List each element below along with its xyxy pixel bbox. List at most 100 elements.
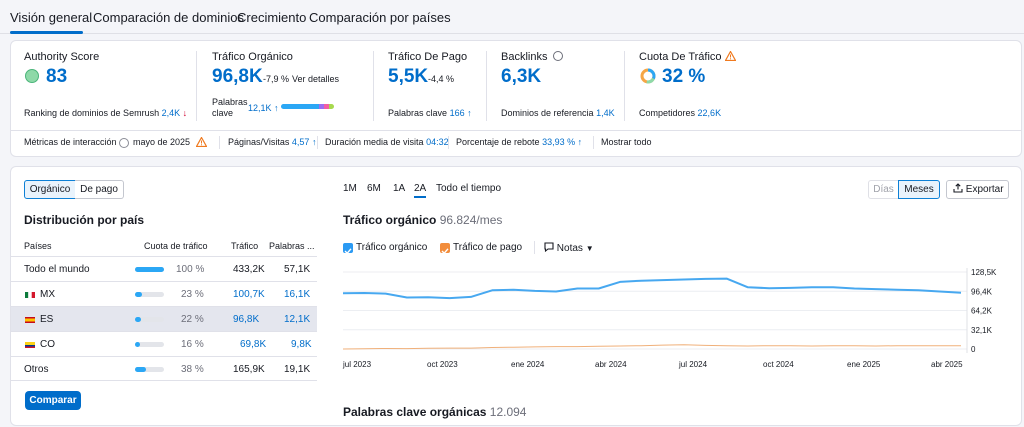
engagement-date: mayo de 2025: [133, 137, 191, 147]
up-arrow-icon: ↑: [577, 137, 583, 147]
share-bar: [135, 367, 164, 372]
warning-icon[interactable]: [196, 137, 207, 147]
paid-checkbox[interactable]: [440, 243, 450, 255]
share-title: Cuota De Tráfico: [639, 50, 737, 63]
export-icon: [953, 183, 963, 193]
tab-domain-comparison[interactable]: Comparación de dominios: [93, 10, 244, 25]
country-name: ES: [40, 314, 54, 325]
authority-title: Authority Score: [24, 51, 100, 63]
keywords-value: 19,1K: [284, 364, 311, 375]
table-row[interactable]: ES 22 % 96,8K 12,1K: [11, 306, 317, 331]
country-name: Otros: [24, 364, 49, 375]
divider: [534, 241, 535, 254]
show-all-link[interactable]: Mostrar todo: [601, 137, 652, 147]
backlinks-ref-row: Dominios de referencia 1,4K: [501, 108, 615, 118]
traffic-value[interactable]: 96,8K: [233, 314, 259, 325]
up-arrow-icon: ↑: [311, 137, 317, 147]
backlinks-title-text: Backlinks: [501, 51, 548, 63]
paid-kw-value[interactable]: 166: [450, 108, 465, 118]
backlinks-title: Backlinks: [501, 51, 563, 63]
divider: [624, 51, 625, 121]
table-row[interactable]: CO 16 % 69,8K 9,8K: [11, 331, 317, 356]
chart-title: Tráfico orgánico 96.824/mes: [343, 213, 502, 227]
warning-icon[interactable]: [724, 50, 737, 62]
ref-domains-label: Dominios de referencia: [501, 108, 594, 118]
country-name: Todo el mundo: [24, 264, 90, 275]
authority-score-block: Authority Score: [24, 51, 99, 63]
notes-label: Notas: [556, 243, 583, 254]
keywords-value: 57,1K: [284, 264, 311, 275]
export-label: Exportar: [965, 184, 1004, 195]
y-tick-label: 64,2K: [971, 307, 993, 316]
organic-toggle[interactable]: Orgánico: [24, 180, 76, 199]
period-2y[interactable]: 2A: [414, 183, 427, 198]
share-bar-fill: [135, 342, 140, 347]
table-row[interactable]: MX 23 % 100,7K 16,1K: [11, 281, 317, 306]
x-tick-label: abr 2025: [931, 360, 963, 369]
share-value: 100 %: [176, 264, 205, 275]
period-1y[interactable]: 1A: [393, 183, 405, 194]
kw-label-line1: Palabras: [212, 97, 248, 107]
y-tick-label: 96,4K: [971, 287, 993, 296]
col-keywords[interactable]: Palabras ...: [269, 241, 315, 251]
paid-title: Tráfico De Pago: [388, 51, 468, 63]
table-row[interactable]: Otros 38 % 165,9K 19,1K: [11, 356, 317, 381]
traffic-value[interactable]: 69,8K: [240, 339, 266, 350]
traffic-value[interactable]: 100,7K: [233, 289, 265, 300]
period-all-time[interactable]: Todo el tiempo: [436, 183, 501, 194]
x-tick-label: jul 2024: [678, 360, 708, 369]
divider: [593, 136, 594, 149]
view-details-link[interactable]: Ver detalles: [292, 74, 339, 84]
organic-value[interactable]: 96,8K: [212, 66, 263, 88]
paid-traffic-line: [342, 344, 961, 350]
organic-checkbox[interactable]: [343, 243, 353, 255]
x-tick-label: oct 2023: [427, 360, 458, 369]
col-countries[interactable]: Países: [24, 241, 52, 251]
backlinks-value[interactable]: 6,3K: [501, 66, 541, 88]
col-traffic[interactable]: Tráfico: [231, 241, 258, 251]
pages-visit-value: 4,57: [291, 137, 310, 147]
up-arrow-icon: ↑: [274, 103, 279, 113]
share-bar-fill: [135, 292, 142, 297]
check-icon: [344, 248, 352, 255]
bounce-row: Porcentaje de rebote 33,93 % ↑: [456, 137, 582, 147]
organic-kw-value[interactable]: 12,1K: [248, 103, 272, 113]
competitors-value[interactable]: 22,6K: [698, 108, 722, 118]
divider: [486, 51, 487, 121]
period-6m[interactable]: 6M: [367, 183, 381, 194]
keywords-value[interactable]: 16,1K: [284, 289, 310, 300]
bounce-label: Porcentaje de rebote: [456, 137, 540, 147]
competitors-label: Competidores: [639, 108, 696, 118]
tab-growth[interactable]: Crecimiento: [237, 10, 306, 25]
share-title-text: Cuota De Tráfico: [639, 51, 722, 63]
organic-kw-label: Palabras clave: [212, 97, 248, 119]
compare-button[interactable]: Comparar: [25, 391, 81, 410]
table-row[interactable]: Todo el mundo 100 % 433,2K 57,1K: [11, 256, 317, 281]
ref-domains-value[interactable]: 1,4K: [596, 108, 615, 118]
tab-country-comparison[interactable]: Comparación por países: [309, 10, 451, 25]
check-icon: [441, 248, 449, 255]
share-donut-icon: [640, 68, 656, 84]
tab-overview[interactable]: Visión general: [10, 10, 92, 25]
col-traffic-share[interactable]: Cuota de tráfico: [144, 241, 208, 251]
paid-value[interactable]: 5,5K: [388, 66, 428, 88]
period-1m[interactable]: 1M: [343, 183, 357, 194]
y-tick-label: 32,1K: [971, 326, 993, 335]
share-bar: [135, 342, 164, 347]
share-bar-fill: [135, 267, 164, 272]
notes-dropdown[interactable]: Notas ▼: [544, 242, 594, 254]
metrics-card: Authority Score 83 Ranking de dominios d…: [10, 40, 1022, 157]
keywords-value[interactable]: 12,1K: [284, 314, 310, 325]
days-toggle[interactable]: Días: [868, 180, 899, 199]
keywords-value[interactable]: 9,8K: [291, 339, 312, 350]
authority-rank-value[interactable]: 2,4K: [162, 108, 181, 118]
paid-change: -4,4 %: [428, 74, 455, 84]
ai-face-icon[interactable]: [552, 51, 563, 61]
x-tick-label: ene 2025: [847, 360, 881, 369]
export-button[interactable]: Exportar: [946, 180, 1009, 199]
authority-rank-label: Ranking de dominios de Semrush: [24, 108, 160, 118]
competitors-row: Competidores 22,6K: [639, 108, 721, 118]
mexico-flag-icon: [25, 292, 35, 298]
months-toggle[interactable]: Meses: [898, 180, 940, 199]
paid-toggle[interactable]: De pago: [75, 180, 124, 199]
